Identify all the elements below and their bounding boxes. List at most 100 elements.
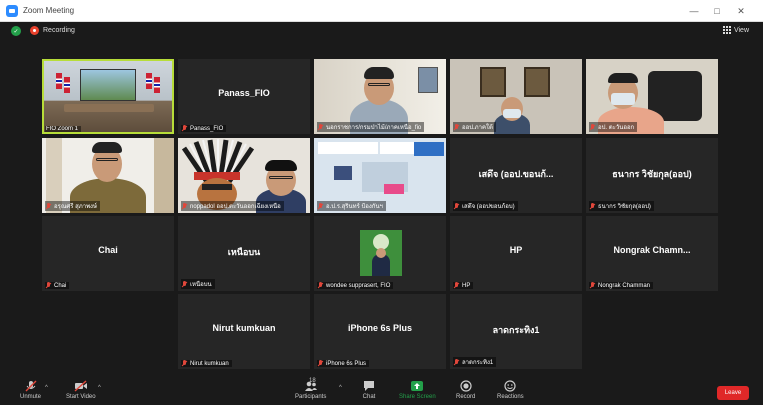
participant-tile-video-6[interactable]: อรุณศรี สุภาพงษ์ xyxy=(42,138,174,213)
participant-label: นอกราชการ/กรมป่าไม้/ภาคเหนือ_fio xyxy=(317,122,425,132)
participants-options-chevron-icon[interactable]: ^ xyxy=(339,385,342,391)
muted-mic-icon xyxy=(454,358,459,366)
audio-options-chevron-icon[interactable]: ^ xyxy=(45,385,48,391)
participant-label: HP xyxy=(453,282,474,289)
face-mask xyxy=(503,109,521,118)
view-label: View xyxy=(733,26,749,34)
person-head xyxy=(376,248,386,258)
reactions-button[interactable]: Reactions xyxy=(497,380,524,400)
participant-tile-nirut[interactable]: Nirut kumkuan Nirut kumkuan xyxy=(178,294,310,369)
muted-mic-icon xyxy=(454,123,459,131)
participant-tile-lat-krathing[interactable]: ลาดกระทิง1 ลาดกระทิง1 xyxy=(450,294,582,369)
participant-tile-thanakorn[interactable]: ธนากร วิชัยกุล(ออป) ธนากร วิชัยกุล(ออป) xyxy=(586,138,718,213)
profile-photo xyxy=(360,230,402,276)
participant-tile-video-4[interactable]: ออป.ภาคใต้ xyxy=(450,59,582,134)
participant-display-name: Nirut kumkuan xyxy=(212,323,276,333)
participant-label: iPhone 6s Plus xyxy=(317,360,370,367)
participant-display-name: ธนากร วิชัยกุล(ออป) xyxy=(612,169,692,179)
person-hair xyxy=(265,160,297,171)
participant-display-name: Panass_FIO xyxy=(218,88,270,98)
participant-tile-sadet[interactable]: เสดึจ (ออป.ขอนก้... เสดึจ (ออปขอนก้อบ) xyxy=(450,138,582,213)
close-icon[interactable]: ✕ xyxy=(730,0,752,22)
participant-display-name: เหนือบน xyxy=(227,247,261,257)
muted-mic-icon xyxy=(590,282,595,289)
participant-label: wondee supprasert, FIO xyxy=(317,282,394,289)
participants-label: Participants xyxy=(295,394,327,400)
participant-tile-nongrak[interactable]: Nongrak Chamn... Nongrak Chamman xyxy=(586,216,718,291)
minimize-icon[interactable]: — xyxy=(683,0,705,22)
leave-button[interactable]: Leave xyxy=(717,386,749,400)
participant-display-name: iPhone 6s Plus xyxy=(347,323,413,333)
muted-mic-icon xyxy=(454,282,459,289)
muted-microphone-icon xyxy=(25,380,36,392)
participant-tile-video-5[interactable]: อป. ตะวันออก xyxy=(586,59,718,134)
muted-mic-icon xyxy=(318,202,323,210)
participant-label: FIO Zoom 1 xyxy=(45,126,82,132)
participant-tile-video-3[interactable]: นอกราชการ/กรมป่าไม้/ภาคเหนือ_fio xyxy=(314,59,446,134)
person-hair xyxy=(608,73,638,83)
participant-label: Nongrak Chamman xyxy=(589,282,654,289)
unmute-button[interactable]: Unmute xyxy=(20,380,41,400)
zoom-logo-icon xyxy=(6,4,18,17)
tv-logo-box xyxy=(318,142,378,154)
chat-button[interactable]: Chat xyxy=(362,380,376,400)
recording-indicator[interactable]: Recording xyxy=(30,26,75,35)
person-hair xyxy=(92,142,122,153)
participant-label: ธนากร วิชัยกุล(ออป) xyxy=(589,201,654,211)
view-button[interactable]: View xyxy=(722,26,749,34)
participant-label: ลาดกระทิง1 xyxy=(453,357,497,367)
channel-badge xyxy=(414,142,444,156)
participant-display-name: HP xyxy=(509,245,523,255)
participant-tile-wondee[interactable]: wondee supprasert, FIO xyxy=(314,216,446,291)
start-video-button[interactable]: Start Video xyxy=(66,380,96,400)
participant-label: ออป.ภาคใต้ xyxy=(453,122,496,132)
record-icon xyxy=(460,380,472,392)
recording-label: Recording xyxy=(43,27,75,34)
record-button[interactable]: Record xyxy=(456,380,475,400)
flag xyxy=(64,77,70,93)
participant-tile-chai[interactable]: Chai Chai xyxy=(42,216,174,291)
participant-label: อ.ป.ร.สุรินทร์ ป้องกันฯ xyxy=(317,201,386,211)
wall-picture xyxy=(418,67,438,93)
share-screen-button[interactable]: Share Screen xyxy=(399,380,436,400)
participant-label: Panass_FIO xyxy=(181,125,227,132)
flag xyxy=(56,73,62,89)
portrait-frame xyxy=(524,67,550,97)
participant-tile-iphone[interactable]: iPhone 6s Plus iPhone 6s Plus xyxy=(314,294,446,369)
participant-label: Nirut kumkuan xyxy=(181,360,232,367)
conference-screen xyxy=(80,69,136,101)
flag xyxy=(146,73,152,89)
portrait-frame xyxy=(480,67,506,97)
muted-mic-icon xyxy=(590,202,595,210)
muted-mic-icon xyxy=(454,202,459,210)
participant-label: เสดึจ (ออปขอนก้อบ) xyxy=(453,201,518,211)
participant-label: เหนือบน xyxy=(181,279,215,289)
glasses xyxy=(269,176,293,179)
participant-display-name: Nongrak Chamn... xyxy=(613,245,691,255)
participant-display-name: Chai xyxy=(98,245,118,255)
participant-tile-panass[interactable]: Panass_FIO Panass_FIO xyxy=(178,59,310,134)
meeting-controls-toolbar: Unmute ^ Start Video ^ 18 Participants ^… xyxy=(0,377,763,405)
encryption-shield-icon[interactable]: ✓ xyxy=(11,26,21,36)
chart-block xyxy=(334,166,352,180)
share-screen-label: Share Screen xyxy=(399,394,436,400)
participant-display-name: ลาดกระทิง1 xyxy=(492,325,540,335)
start-video-label: Start Video xyxy=(66,394,96,400)
participant-tile-nuea-bon[interactable]: เหนือบน เหนือบน xyxy=(178,216,310,291)
participant-display-name: เสดึจ (ออป.ขอนก้... xyxy=(478,169,554,179)
participant-label: noppadol ออป.ตะวันออกเฉียงเหนือ xyxy=(181,201,284,211)
participant-tile-fio-zoom-1[interactable]: FIO Zoom 1 xyxy=(42,59,174,134)
record-dot-icon xyxy=(30,26,39,35)
participant-tile-video-7[interactable]: noppadol ออป.ตะวันออกเฉียงเหนือ xyxy=(178,138,310,213)
unmute-label: Unmute xyxy=(20,394,42,400)
conference-table xyxy=(64,104,154,112)
participants-button[interactable]: 18 Participants xyxy=(295,378,327,400)
maximize-icon[interactable]: □ xyxy=(706,0,728,22)
participant-tile-video-8[interactable]: อ.ป.ร.สุรินทร์ ป้องกันฯ xyxy=(314,138,446,213)
window-title: Zoom Meeting xyxy=(23,6,75,15)
participant-tile-hp[interactable]: HP HP xyxy=(450,216,582,291)
participant-label: Chai xyxy=(45,282,70,289)
grid-view-icon xyxy=(722,26,731,34)
video-options-chevron-icon[interactable]: ^ xyxy=(98,385,101,391)
meeting-status-bar: ✓ Recording View xyxy=(0,22,763,40)
